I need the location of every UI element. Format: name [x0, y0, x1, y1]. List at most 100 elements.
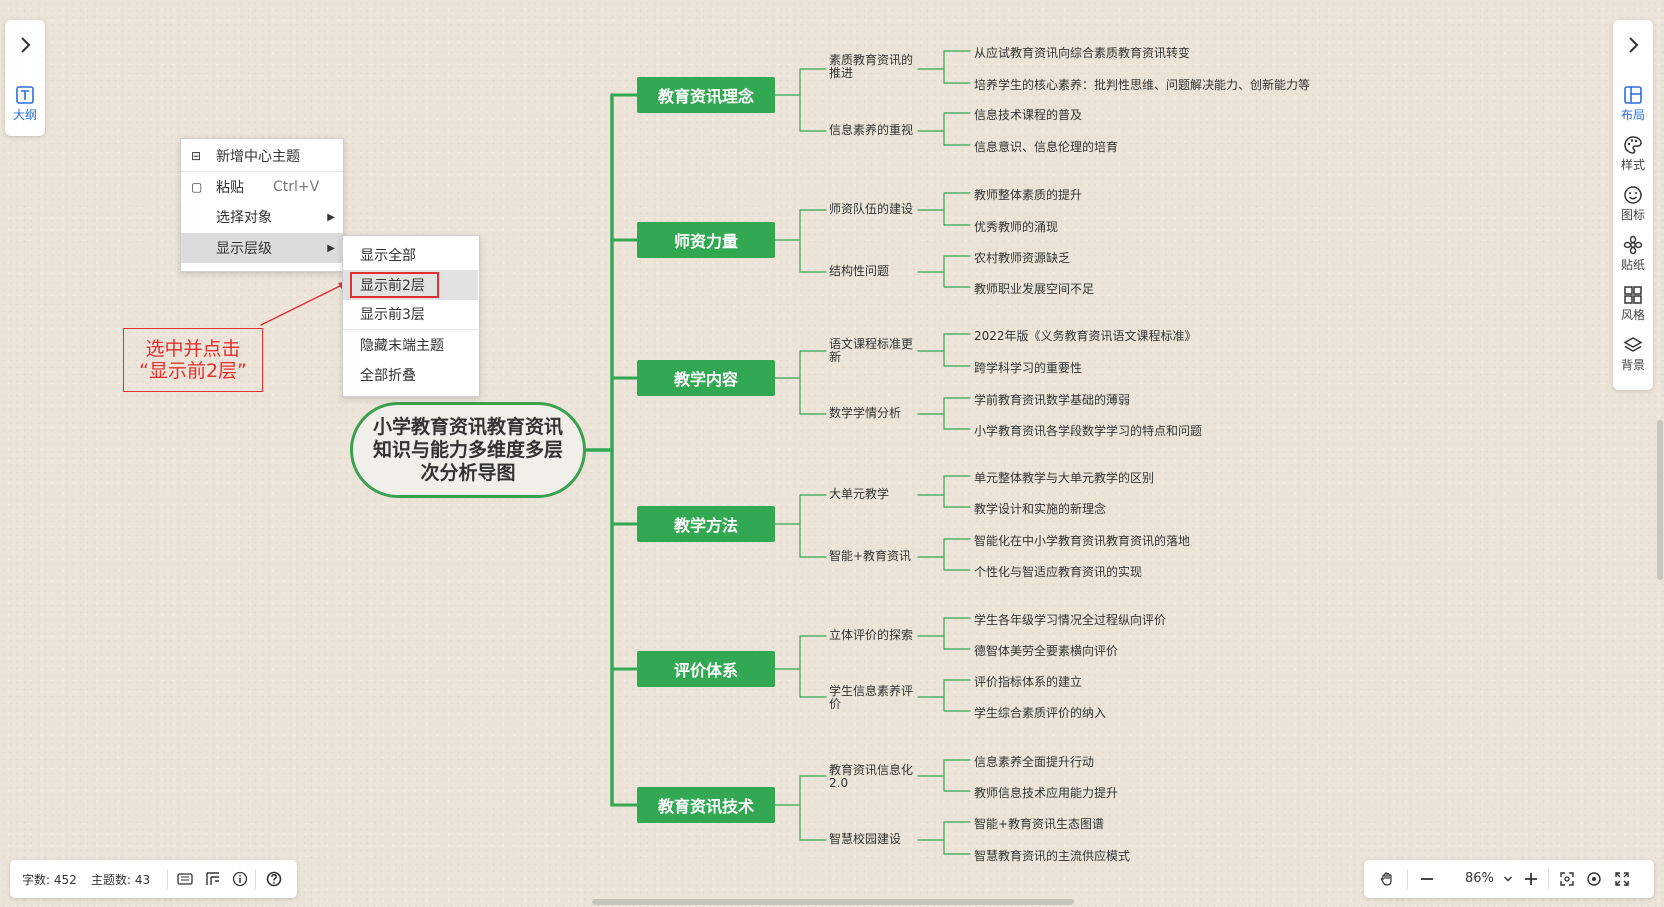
tool-label: 贴纸: [1620, 258, 1645, 272]
subtopic[interactable]: 师资队伍的建设: [829, 203, 921, 216]
subtopic[interactable]: 结构性问题: [829, 265, 921, 278]
right-panel: 布局 样式 图标 贴纸 风格 背景: [1613, 20, 1653, 390]
leaf-topic[interactable]: 教师整体素质的提升: [974, 186, 1082, 203]
tool-label: 样式: [1620, 158, 1645, 172]
leaf-topic[interactable]: 学生综合素质评价的纳入: [974, 704, 1106, 721]
tool-layout[interactable]: 布局: [1613, 84, 1653, 123]
leaf-topic[interactable]: 跨学科学习的重要性: [974, 359, 1082, 376]
fit-screen-icon[interactable]: [1559, 871, 1575, 887]
submenu-item-show-3-levels[interactable]: 显示前3层: [343, 299, 478, 330]
tool-style[interactable]: 样式: [1613, 134, 1653, 173]
topic-count: 主题数: 43: [91, 873, 151, 887]
center-topic[interactable]: 小学教育资讯教育资讯知识与能力多维度多层次分析导图: [350, 402, 586, 498]
fullscreen-icon[interactable]: [1614, 871, 1630, 887]
info-icon[interactable]: [232, 871, 248, 887]
leaf-topic[interactable]: 教师信息技术应用能力提升: [974, 784, 1118, 801]
keyboard-icon[interactable]: [177, 871, 193, 887]
word-count: 字数: 452: [22, 873, 77, 887]
zoom-in-icon[interactable]: [1523, 871, 1539, 887]
leaf-topic[interactable]: 教学设计和实施的新理念: [974, 500, 1106, 517]
subtopic[interactable]: 素质教育资讯的推进: [829, 54, 921, 80]
tool-icon[interactable]: 图标: [1613, 184, 1653, 223]
vertical-scrollbar[interactable]: [1657, 420, 1663, 580]
tool-sticker[interactable]: 贴纸: [1613, 234, 1653, 273]
leaf-topic[interactable]: 智慧教育资讯的主流供应模式: [974, 847, 1130, 864]
leaf-topic[interactable]: 信息素养全面提升行动: [974, 753, 1094, 770]
leaf-topic[interactable]: 农村教师资源缺乏: [974, 249, 1070, 266]
tool-theme[interactable]: 风格: [1613, 284, 1653, 323]
leaf-topic[interactable]: 教师职业发展空间不足: [974, 280, 1094, 297]
tool-label: 图标: [1620, 208, 1645, 222]
structure-icon[interactable]: [205, 871, 221, 887]
menu-item-new-center-topic[interactable]: ⊟ 新增中心主题: [181, 141, 343, 172]
leaf-topic[interactable]: 信息意识、信息伦理的培育: [974, 138, 1118, 155]
leaf-topic[interactable]: 智能+教育资讯生态图谱: [974, 815, 1104, 832]
status-bar: 字数: 452 主题数: 43: [10, 860, 297, 898]
context-menu: ⊟ 新增中心主题 ▢ 粘贴 Ctrl+V 选择对象 ▶ 显示层级 ▶: [180, 138, 344, 272]
connector-line: [260, 281, 349, 326]
zoom-bar: 86%: [1364, 860, 1654, 898]
submenu-item-show-all[interactable]: 显示全部: [343, 240, 478, 270]
chevron-down-icon[interactable]: [1503, 874, 1513, 884]
subtopic[interactable]: 信息素养的重视: [829, 124, 921, 137]
leaf-topic[interactable]: 优秀教师的涌现: [974, 218, 1058, 235]
subtopic[interactable]: 学生信息素养评价: [829, 685, 921, 711]
expand-left-button[interactable]: [5, 34, 45, 56]
layers-icon: [1623, 337, 1643, 352]
expand-right-button[interactable]: [1613, 34, 1653, 56]
menu-item-show-level[interactable]: 显示层级 ▶: [181, 233, 343, 263]
caret-right-icon: ▶: [327, 211, 335, 223]
text-box-icon: [16, 86, 34, 104]
outline-label: 大纲: [12, 108, 37, 122]
branch-topic[interactable]: 教学方法: [637, 506, 775, 542]
palette-icon: [1624, 136, 1642, 154]
subtopic[interactable]: 大单元教学: [829, 488, 921, 501]
hand-icon[interactable]: [1379, 871, 1395, 887]
help-icon[interactable]: [266, 871, 282, 887]
subtopic[interactable]: 数学学情分析: [829, 407, 921, 420]
leaf-topic[interactable]: 学生各年级学习情况全过程纵向评价: [974, 611, 1166, 628]
branch-topic[interactable]: 评价体系: [637, 651, 775, 687]
submenu-item-hide-leaf-topics[interactable]: 隐藏末端主题: [343, 330, 478, 360]
leaf-topic[interactable]: 信息技术课程的普及: [974, 106, 1082, 123]
leaf-topic[interactable]: 小学教育资讯各学段数学学习的特点和问题: [974, 422, 1202, 439]
submenu-item-collapse-all[interactable]: 全部折叠: [343, 360, 478, 390]
submenu-show-level: 显示全部 显示前2层 显示前3层 隐藏末端主题 全部折叠: [342, 235, 480, 397]
leaf-topic[interactable]: 德智体美劳全要素横向评价: [974, 642, 1118, 659]
zoom-level[interactable]: 86%: [1465, 871, 1494, 886]
tool-label: 风格: [1620, 308, 1645, 322]
smile-icon: [1624, 186, 1642, 204]
subtopic[interactable]: 智能+教育资讯: [829, 550, 921, 563]
outline-button[interactable]: 大纲: [5, 84, 45, 123]
subtopic[interactable]: 立体评价的探索: [829, 629, 921, 642]
leaf-topic[interactable]: 智能化在中小学教育资讯教育资讯的落地: [974, 532, 1190, 549]
annotation-callout: 选中并点击 “显示前2层”: [123, 328, 263, 392]
leaf-topic[interactable]: 学前教育资讯数学基础的薄弱: [974, 391, 1130, 408]
branch-topic[interactable]: 教学内容: [637, 360, 775, 396]
horizontal-scrollbar[interactable]: [592, 899, 1074, 905]
menu-item-paste[interactable]: ▢ 粘贴 Ctrl+V: [181, 172, 343, 202]
subtopic[interactable]: 智慧校园建设: [829, 833, 921, 846]
leaf-topic[interactable]: 培养学生的核心素养：批判性思维、问题解决能力、创新能力等: [974, 76, 1310, 93]
leaf-topic[interactable]: 个性化与智适应教育资讯的实现: [974, 563, 1142, 580]
center-topic-icon: ⊟: [191, 149, 202, 163]
chevron-right-icon: [1629, 37, 1639, 53]
grid-icon: [1624, 286, 1642, 304]
branch-topic[interactable]: 教育资讯技术: [637, 787, 775, 823]
locate-center-icon[interactable]: [1586, 871, 1602, 887]
left-panel: 大纲: [5, 20, 45, 136]
menu-item-select-object[interactable]: 选择对象 ▶: [181, 202, 343, 232]
chevron-right-icon: [21, 37, 31, 53]
paste-icon: ▢: [191, 180, 203, 194]
subtopic[interactable]: 语文课程标准更新: [829, 338, 921, 364]
branch-topic[interactable]: 教育资讯理念: [637, 77, 775, 113]
subtopic[interactable]: 教育资讯信息化2.0: [829, 764, 921, 790]
tool-background[interactable]: 背景: [1613, 334, 1653, 373]
leaf-topic[interactable]: 从应试教育资讯向综合素质教育资讯转变: [974, 44, 1190, 61]
branch-topic[interactable]: 师资力量: [637, 222, 775, 258]
leaf-topic[interactable]: 2022年版《义务教育资讯语文课程标准》: [974, 327, 1197, 344]
leaf-topic[interactable]: 评价指标体系的建立: [974, 673, 1082, 690]
flower-icon: [1623, 235, 1643, 255]
leaf-topic[interactable]: 单元整体教学与大单元教学的区别: [974, 469, 1154, 486]
zoom-out-icon[interactable]: [1419, 871, 1435, 887]
